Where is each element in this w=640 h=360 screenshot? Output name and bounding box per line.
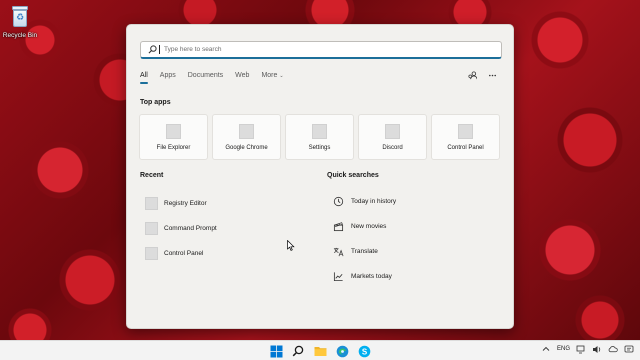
quick-search-label: Today in history: [351, 198, 397, 205]
app-placeholder-icon: [145, 197, 158, 210]
clapperboard-icon: [332, 221, 344, 233]
tab-all[interactable]: All: [140, 72, 148, 84]
quick-search-label: Markets today: [351, 273, 392, 280]
network-icon[interactable]: [576, 344, 586, 354]
clock-icon: [332, 196, 344, 208]
app-placeholder-icon: [239, 124, 254, 139]
notification-icon[interactable]: [624, 344, 634, 354]
app-placeholder-icon: [458, 124, 473, 139]
file-explorer-button[interactable]: [312, 343, 328, 359]
app-label: Settings: [308, 145, 331, 151]
cloud-icon[interactable]: [608, 344, 618, 354]
panel-actions: [467, 70, 497, 80]
top-apps-grid: File Explorer Google Chrome Settings Dis…: [139, 114, 500, 160]
quick-search-new-movies[interactable]: New movies: [332, 214, 396, 239]
search-tabs: All Apps Documents Web More ⌄: [140, 72, 296, 84]
quick-search-markets-today[interactable]: Markets today: [332, 264, 396, 289]
recent-list: Registry Editor Command Prompt Control P…: [145, 191, 217, 266]
search-icon: [292, 345, 304, 357]
chevron-down-icon: ⌄: [279, 73, 284, 79]
tab-more[interactable]: More ⌄: [261, 72, 283, 83]
mouse-pointer-icon: [287, 238, 295, 251]
tab-documents[interactable]: Documents: [188, 72, 223, 83]
quick-search-label: Translate: [351, 248, 378, 255]
search-input[interactable]: [164, 46, 484, 53]
edge-button[interactable]: [334, 343, 350, 359]
quick-search-translate[interactable]: Translate: [332, 239, 396, 264]
search-box[interactable]: [140, 41, 502, 59]
recent-item-registry-editor[interactable]: Registry Editor: [145, 191, 217, 216]
quick-searches-list: Today in history New movies Translate Ma…: [332, 189, 396, 289]
app-tile-discord[interactable]: Discord: [358, 114, 427, 160]
skype-icon: S: [358, 345, 370, 357]
app-placeholder-icon: [385, 124, 400, 139]
text-cursor: [159, 45, 160, 54]
account-switch-icon[interactable]: [467, 70, 477, 80]
recycle-bin-icon: [11, 6, 29, 28]
app-placeholder-icon: [312, 124, 327, 139]
start-button[interactable]: [268, 343, 284, 359]
windows-logo-icon: [270, 345, 282, 357]
tab-more-label: More: [261, 72, 278, 79]
svg-text:S: S: [361, 347, 367, 356]
search-panel: All Apps Documents Web More⌄ Top apps Fi…: [126, 24, 514, 329]
app-label: File Explorer: [156, 145, 191, 151]
recycle-bin[interactable]: Recycle Bin: [2, 4, 38, 39]
recycle-bin-label: Recycle Bin: [2, 32, 38, 39]
search-icon: [147, 45, 157, 55]
top-apps-title: Top apps: [140, 99, 171, 106]
tab-apps[interactable]: Apps: [160, 72, 176, 83]
app-label: Discord: [382, 145, 403, 151]
system-tray: ENG: [541, 344, 634, 354]
folder-icon: [314, 347, 326, 356]
app-label: Control Panel: [447, 145, 484, 151]
language-indicator[interactable]: ENG: [557, 346, 570, 352]
quick-search-label: New movies: [351, 223, 387, 230]
volume-icon[interactable]: [592, 344, 602, 354]
taskbar: S ENG: [0, 340, 640, 360]
quick-searches-title: Quick searches: [327, 172, 379, 179]
skype-button[interactable]: S: [356, 343, 372, 359]
app-placeholder-icon: [145, 247, 158, 260]
taskbar-apps: S: [268, 343, 372, 359]
app-label: Google Chrome: [225, 145, 268, 151]
recent-item-command-prompt[interactable]: Command Prompt: [145, 216, 217, 241]
app-placeholder-icon: [166, 124, 181, 139]
more-options-icon[interactable]: [487, 70, 497, 80]
quick-search-today-in-history[interactable]: Today in history: [332, 189, 396, 214]
recent-item-label: Registry Editor: [164, 200, 207, 207]
app-tile-settings[interactable]: Settings: [285, 114, 354, 160]
taskbar-search-button[interactable]: [290, 343, 306, 359]
chart-icon: [332, 271, 344, 283]
recent-item-label: Control Panel: [164, 250, 204, 257]
recent-item-label: Command Prompt: [164, 225, 217, 232]
translate-icon: [332, 246, 344, 258]
app-tile-file-explorer[interactable]: File Explorer: [139, 114, 208, 160]
app-tile-google-chrome[interactable]: Google Chrome: [212, 114, 281, 160]
app-tile-control-panel[interactable]: Control Panel: [431, 114, 500, 160]
tab-web[interactable]: Web: [235, 72, 249, 83]
recent-item-control-panel[interactable]: Control Panel: [145, 241, 217, 266]
app-placeholder-icon: [145, 222, 158, 235]
chevron-up-icon[interactable]: [541, 344, 551, 354]
edge-icon: [336, 345, 348, 357]
recent-title: Recent: [140, 172, 164, 179]
